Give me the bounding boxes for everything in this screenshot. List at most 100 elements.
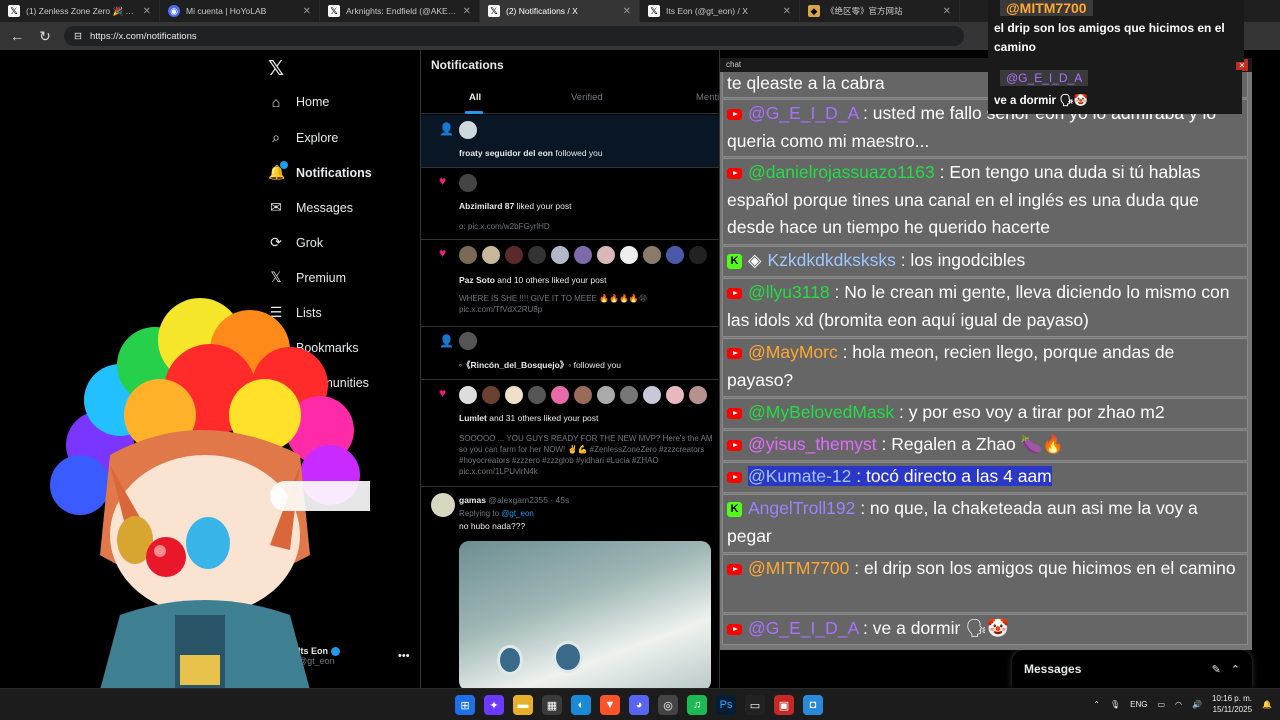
- site-info-icon[interactable]: ⊟: [74, 31, 82, 42]
- messages-drawer[interactable]: Messages ✎ ⌃: [1012, 650, 1252, 688]
- tab-mentions[interactable]: Mentions: [696, 92, 719, 103]
- copilot-icon[interactable]: ✦: [484, 695, 504, 715]
- url-text: https://x.com/notifications: [89, 30, 197, 42]
- network-icon[interactable]: ▭: [1157, 700, 1165, 709]
- x-logo-icon[interactable]: 𝕏: [268, 56, 284, 81]
- avatar[interactable]: [620, 246, 638, 264]
- mic-icon[interactable]: 🎙: [1110, 700, 1120, 709]
- reply-tweet[interactable]: gamas @alexgam2355 · 45s Replying to @gt…: [421, 487, 719, 688]
- avatar[interactable]: [643, 246, 661, 264]
- notification-item[interactable]: ♥ Lumlet and 31 others liked your post S…: [421, 380, 719, 487]
- heart-icon: ♥: [439, 386, 447, 400]
- avatar[interactable]: [666, 386, 684, 404]
- avatar[interactable]: [551, 386, 569, 404]
- avatar[interactable]: [620, 386, 638, 404]
- popup-text: ve a dormir 🗣🤡: [994, 95, 1089, 107]
- browser-tab[interactable]: 𝕏 Arknights: Endfield (@AKEndfield ✕: [320, 0, 480, 22]
- wifi-icon[interactable]: ◠: [1175, 700, 1182, 709]
- avatar[interactable]: [505, 386, 523, 404]
- more-icon[interactable]: •••: [398, 650, 410, 662]
- tab-verified[interactable]: Verified: [571, 92, 603, 103]
- avatar[interactable]: [666, 246, 684, 264]
- avatar[interactable]: [574, 246, 592, 264]
- terminal-icon[interactable]: ▭: [745, 695, 765, 715]
- spotify-icon[interactable]: ♫: [687, 695, 707, 715]
- post-preview: o: pic.x.com/w2bFGyrlHD: [459, 222, 550, 231]
- close-icon[interactable]: ✕: [943, 6, 951, 17]
- notification-item[interactable]: ♥ Abzimilard 87 liked your post o: pic.x…: [421, 168, 719, 240]
- close-icon[interactable]: ✕: [623, 6, 631, 17]
- avatar[interactable]: [551, 246, 569, 264]
- avatar[interactable]: [459, 386, 477, 404]
- avatar[interactable]: [689, 246, 707, 264]
- close-icon[interactable]: ✕: [783, 6, 791, 17]
- chevron-up-icon[interactable]: ⌃: [1093, 700, 1100, 709]
- reload-icon[interactable]: ↻: [36, 28, 54, 45]
- edge-icon[interactable]: ◐: [571, 695, 591, 715]
- close-icon[interactable]: ✕: [303, 6, 311, 17]
- sidebar-item-grok[interactable]: ⟳ Grok: [268, 234, 323, 251]
- chat-popup: @G_E_I_D_A ve a dormir 🗣🤡: [988, 70, 1242, 114]
- notification-item[interactable]: 👤 ◦《Rincón_del_Bosquejo》◦ followed you: [421, 327, 719, 380]
- back-icon[interactable]: ←: [8, 28, 26, 44]
- browser-tab[interactable]: 𝕏 Its Eon (@gt_eon) / X ✕: [640, 0, 800, 22]
- app-icon[interactable]: ▣: [774, 695, 794, 715]
- youtube-icon: [727, 623, 742, 635]
- notification-item[interactable]: ♥ Paz Soto and 10 others liked your post…: [421, 240, 719, 327]
- volume-icon[interactable]: 🔊: [1192, 700, 1202, 709]
- store-icon[interactable]: ▦: [542, 695, 562, 715]
- avatar[interactable]: [528, 246, 546, 264]
- avatar[interactable]: [459, 332, 477, 350]
- sidebar-item-notifications[interactable]: 🔔 Notifications: [268, 161, 372, 181]
- avatar[interactable]: [689, 386, 707, 404]
- person-icon: 👤: [439, 334, 454, 348]
- avatar[interactable]: [597, 246, 615, 264]
- notification-center-icon[interactable]: 🔔: [1262, 700, 1272, 709]
- x-icon: 𝕏: [8, 5, 20, 17]
- language-indicator[interactable]: ENG: [1130, 700, 1147, 709]
- discord-icon[interactable]: ◕: [629, 695, 649, 715]
- avatar[interactable]: [459, 174, 477, 192]
- tab-all[interactable]: All: [469, 92, 481, 103]
- sidebar-item-explore[interactable]: ⌕ Explore: [268, 129, 338, 146]
- chat-username: @Kumate-12: [748, 466, 852, 486]
- chat-username: @MyBelovedMask: [748, 402, 895, 422]
- avatar[interactable]: [482, 246, 500, 264]
- close-icon[interactable]: ✕: [143, 6, 151, 17]
- obs-icon[interactable]: ◎: [658, 695, 678, 715]
- avatar[interactable]: [574, 386, 592, 404]
- address-bar[interactable]: ⊟ https://x.com/notifications: [64, 26, 964, 46]
- brave-icon[interactable]: ▼: [600, 695, 620, 715]
- expand-icon[interactable]: ⌃: [1231, 663, 1240, 676]
- avatar[interactable]: [482, 386, 500, 404]
- browser-tab[interactable]: 𝕏 (1) Zenless Zone Zero 🎉 Season ✕: [0, 0, 160, 22]
- compose-icon[interactable]: ✎: [1212, 663, 1221, 676]
- browser-tab[interactable]: ◉ Mi cuenta | HoYoLAB ✕: [160, 0, 320, 22]
- notification-item[interactable]: 👤 froaty seguidor del eon followed you: [421, 115, 719, 168]
- chat-text: : los ingodcibles: [895, 250, 1026, 270]
- folder-icon[interactable]: ▬: [513, 695, 533, 715]
- grok-icon: ⟳: [270, 234, 282, 250]
- popup-text: el drip son los amigos que hicimos en el…: [994, 21, 1225, 54]
- sidebar-item-premium[interactable]: 𝕏 Premium: [268, 269, 346, 286]
- app-icon[interactable]: ◘: [803, 695, 823, 715]
- notification-text: Paz Soto and 10 others liked your post: [459, 275, 607, 285]
- avatar[interactable]: [459, 246, 477, 264]
- browser-tab-active[interactable]: 𝕏 (2) Notifications / X ✕: [480, 0, 640, 22]
- avatar[interactable]: [597, 386, 615, 404]
- sidebar-item-home[interactable]: ⌂ Home: [268, 94, 330, 110]
- post-link: pic.x.com/TfVdX2RU8p: [459, 305, 543, 314]
- avatar[interactable]: [459, 121, 477, 139]
- avatar[interactable]: [643, 386, 661, 404]
- avatar[interactable]: [528, 386, 546, 404]
- clock[interactable]: 10:16 p. m. 15/11/2025: [1212, 693, 1252, 715]
- avatar[interactable]: [505, 246, 523, 264]
- photoshop-icon[interactable]: Ps: [716, 695, 736, 715]
- avatar[interactable]: [431, 493, 455, 517]
- sidebar-item-messages[interactable]: ✉ Messages: [268, 199, 353, 216]
- browser-tab[interactable]: ◆ 《绝区零》官方网站 ✕: [800, 0, 960, 22]
- tweet-image[interactable]: [459, 541, 711, 688]
- close-icon[interactable]: ✕: [463, 6, 471, 17]
- start-icon[interactable]: ⊞: [455, 695, 475, 715]
- chat-message: @Kumate-12 : tocó directo a las 4 aam: [722, 462, 1248, 493]
